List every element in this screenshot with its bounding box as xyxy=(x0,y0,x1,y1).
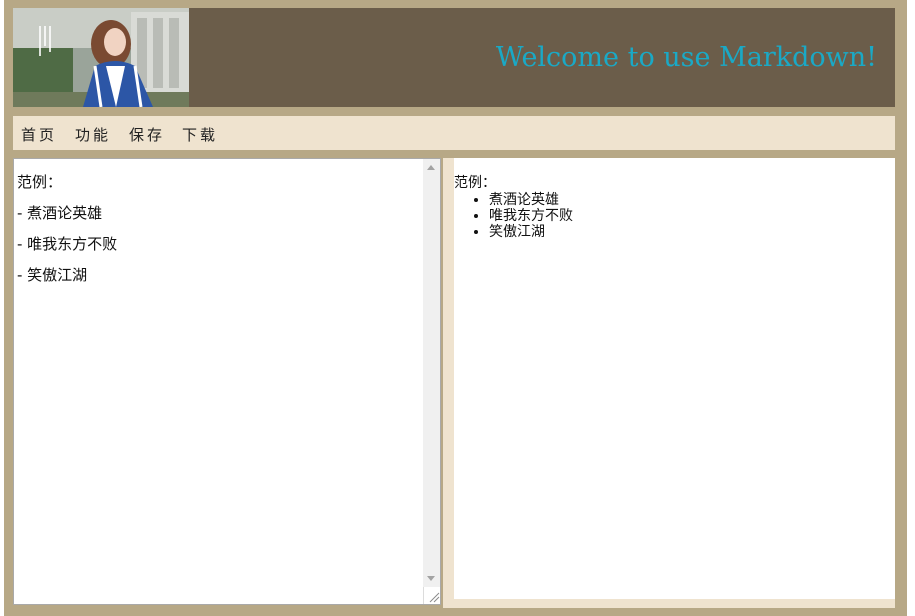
markdown-preview: 范例： 煮酒论英雄 唯我东方不败 笑傲江湖 xyxy=(454,158,895,599)
nav-item-save[interactable]: 保存 xyxy=(129,124,165,145)
nav-item-home[interactable]: 首页 xyxy=(21,124,57,145)
preview-heading: 范例： xyxy=(454,175,496,191)
page-title: Welcome to use Markdown! xyxy=(495,42,877,73)
nav-item-features[interactable]: 功能 xyxy=(75,124,111,145)
preview-list: 煮酒论英雄 唯我东方不败 笑傲江湖 xyxy=(454,192,573,240)
nav-bar: 首页 功能 保存 下载 xyxy=(13,116,895,150)
scroll-down-icon[interactable] xyxy=(427,576,435,581)
resize-grip-icon[interactable] xyxy=(423,587,440,604)
header: Welcome to use Markdown! xyxy=(13,8,895,107)
editor-content[interactable]: 范例： - 煮酒论英雄 - 唯我东方不败 - 笑傲江湖 xyxy=(17,167,422,291)
markdown-editor[interactable]: 范例： - 煮酒论英雄 - 唯我东方不败 - 笑傲江湖 xyxy=(13,158,441,605)
scroll-up-icon[interactable] xyxy=(427,165,435,170)
list-item: 笑傲江湖 xyxy=(489,224,573,240)
nav-item-download[interactable]: 下载 xyxy=(182,124,218,145)
banner-photo-icon xyxy=(13,8,189,107)
list-item: 唯我东方不败 xyxy=(489,208,573,224)
list-item: 煮酒论英雄 xyxy=(489,192,573,208)
banner-image xyxy=(13,8,189,107)
editor-scrollbar[interactable] xyxy=(423,159,440,587)
